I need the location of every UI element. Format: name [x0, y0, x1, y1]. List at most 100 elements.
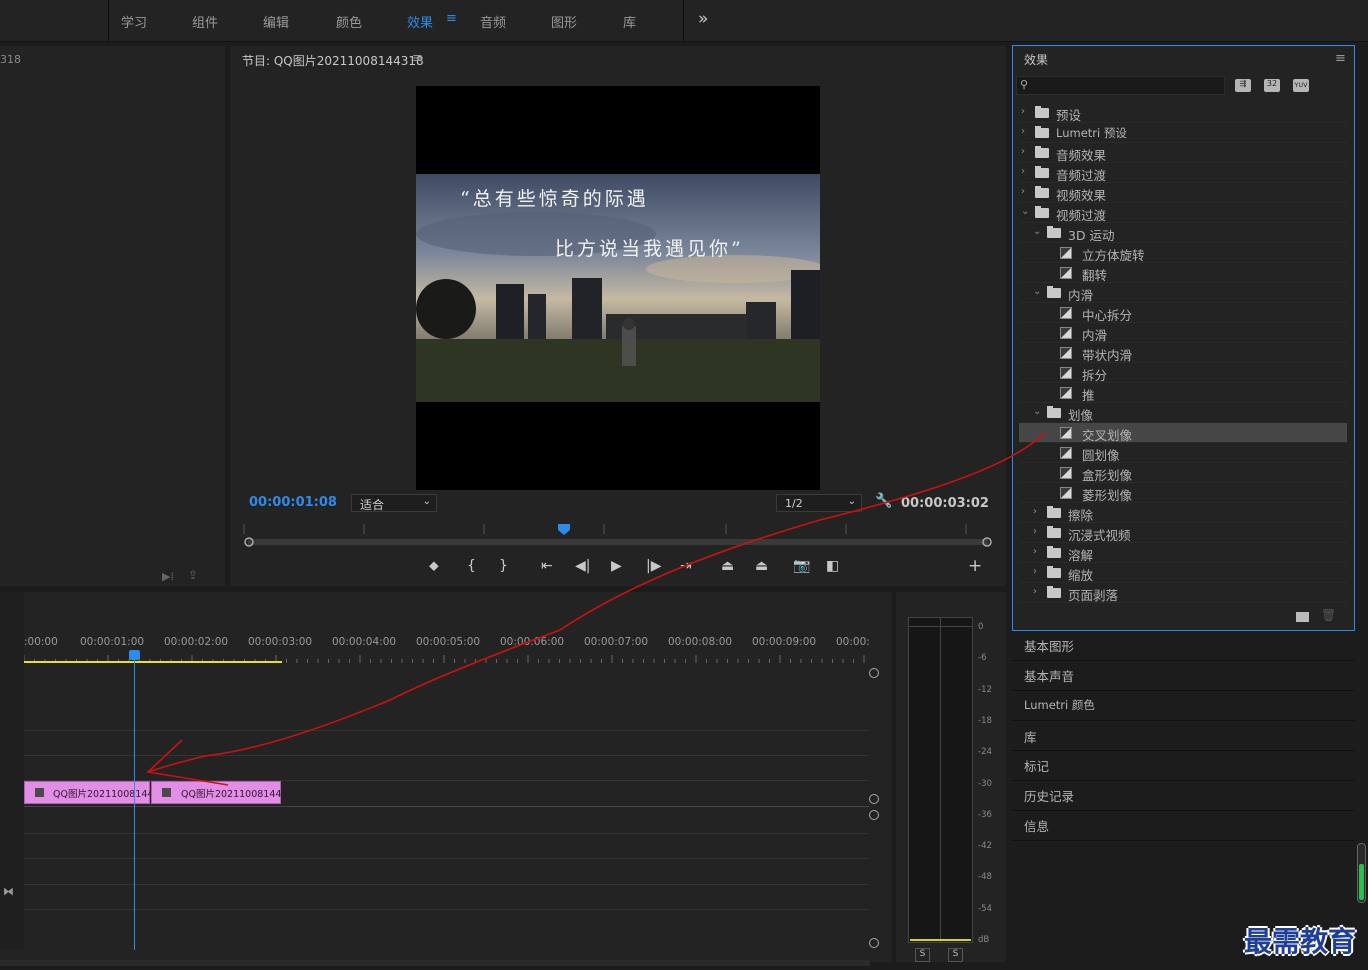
effect-folder[interactable]: › 缩放 — [1019, 563, 1347, 583]
fit-dropdown[interactable]: 适合 ⌄ — [351, 494, 437, 512]
workspace-tab-editing[interactable]: 编辑 — [263, 12, 289, 31]
solo-button[interactable]: S — [915, 948, 930, 962]
effect-item[interactable]: 菱形划像 — [1019, 483, 1347, 503]
accelerated-effects-icon[interactable]: ⇶ — [1235, 79, 1251, 92]
effect-item[interactable]: 带状内滑 — [1019, 343, 1347, 363]
panel-menu-icon[interactable]: ≡ — [1335, 51, 1346, 66]
insert-icon[interactable]: ▶⁞ — [162, 570, 174, 583]
panel-essential-graphics[interactable]: 基本图形 — [1024, 636, 1074, 655]
mark-out-icon[interactable]: } — [499, 558, 508, 574]
panel-history[interactable]: 历史记录 — [1024, 786, 1074, 805]
workspace-tab-effects[interactable]: 效果 — [407, 12, 433, 31]
effect-folder[interactable]: › 预设 — [1019, 103, 1347, 123]
scrollbar-thumb[interactable] — [1359, 864, 1364, 900]
effect-item[interactable]: 盒形划像 — [1019, 463, 1347, 483]
chevron-right-icon[interactable]: › — [1033, 506, 1037, 517]
scrollbar[interactable] — [1357, 843, 1366, 903]
program-timecode[interactable]: 00:00:01:08 — [249, 495, 337, 510]
mark-in-icon[interactable]: { — [467, 558, 476, 574]
effects-title: 效果 — [1024, 53, 1049, 67]
chevron-right-icon[interactable]: › — [1021, 126, 1025, 137]
workspace-tab-graphics[interactable]: 图形 — [551, 12, 577, 31]
chevron-right-icon[interactable]: › — [1021, 146, 1025, 157]
go-to-out-icon[interactable]: ⇥ — [680, 558, 692, 574]
lift-icon[interactable]: ⏏ — [721, 558, 734, 574]
chevron-right-icon[interactable]: › — [1033, 586, 1037, 597]
workspace-tab-learn[interactable]: 学习 — [121, 12, 147, 31]
program-scrub-bar[interactable] — [240, 520, 996, 552]
effect-folder[interactable]: ⌄ 视频过渡 — [1019, 203, 1347, 223]
panel-essential-sound[interactable]: 基本声音 — [1024, 666, 1074, 685]
effect-folder[interactable]: ⌄ 划像 — [1019, 403, 1347, 423]
panel-libraries[interactable]: 库 — [1024, 727, 1037, 746]
effect-folder[interactable]: ⌄ 3D 运动 — [1019, 223, 1347, 243]
work-area-bar[interactable] — [24, 661, 282, 663]
new-bin-icon[interactable] — [1296, 612, 1309, 622]
chevron-down-icon[interactable]: ⌄ — [1033, 286, 1041, 297]
workspace-tab-audio[interactable]: 音频 — [480, 12, 506, 31]
compare-view-icon[interactable]: ◧ — [826, 558, 839, 574]
delete-icon[interactable]: 🗑 — [1321, 608, 1336, 622]
zoom-handle[interactable] — [869, 794, 879, 804]
zoom-handle[interactable] — [869, 938, 879, 948]
effect-item[interactable]: 推 — [1019, 383, 1347, 403]
export-frame-icon[interactable]: 📷 — [793, 558, 810, 574]
effect-folder[interactable]: ⌄ 内滑 — [1019, 283, 1347, 303]
add-button-icon[interactable]: + — [968, 556, 982, 576]
wrench-icon[interactable]: 🔧 — [875, 493, 892, 509]
add-marker-icon[interactable]: ⬥ — [429, 558, 439, 574]
panel-lumetri-color[interactable]: Lumetri 颜色 — [1024, 697, 1095, 713]
playhead-handle[interactable] — [129, 650, 140, 660]
effects-search-input[interactable]: ⚲ — [1016, 76, 1225, 95]
effect-folder[interactable]: › 视频效果 — [1019, 183, 1347, 203]
audio-track-icon[interactable]: ⧓ — [3, 885, 14, 898]
chevron-right-icon[interactable]: › — [1021, 186, 1025, 197]
chevron-down-icon[interactable]: ⌄ — [1021, 206, 1029, 217]
step-back-icon[interactable]: ◀| — [575, 558, 590, 574]
effect-folder[interactable]: › 溶解 — [1019, 543, 1347, 563]
zoom-handle[interactable] — [869, 668, 879, 678]
panel-markers[interactable]: 标记 — [1024, 756, 1049, 775]
effect-item[interactable]: 立方体旋转 — [1019, 243, 1347, 263]
workspace-menu-icon[interactable]: ≡ — [446, 11, 457, 26]
chevron-right-icon[interactable]: › — [1033, 526, 1037, 537]
chevron-right-icon[interactable]: › — [1033, 566, 1037, 577]
workspace-tab-assembly[interactable]: 组件 — [192, 12, 218, 31]
chevron-right-icon[interactable]: › — [1021, 106, 1025, 117]
effect-folder[interactable]: › 音频效果 — [1019, 143, 1347, 163]
timeline-scrollbar[interactable] — [0, 960, 870, 966]
workspace-tab-color[interactable]: 颜色 — [336, 12, 362, 31]
step-forward-icon[interactable]: |▶ — [646, 558, 661, 574]
zoom-handle[interactable] — [869, 810, 879, 820]
effect-item[interactable]: 内滑 — [1019, 323, 1347, 343]
chevron-right-icon[interactable]: › — [1021, 166, 1025, 177]
effect-item[interactable]: 拆分 — [1019, 363, 1347, 383]
panel-info[interactable]: 信息 — [1024, 816, 1049, 835]
effect-item[interactable]: 翻转 — [1019, 263, 1347, 283]
chevron-down-icon[interactable]: ⌄ — [1033, 406, 1041, 417]
32bit-effects-icon[interactable]: 32 — [1264, 79, 1280, 92]
more-workspaces-icon[interactable]: » — [698, 9, 708, 29]
workspace-tab-libraries[interactable]: 库 — [623, 12, 636, 31]
export-icon[interactable]: ⇪ — [188, 568, 198, 582]
panel-menu-icon[interactable]: ≡ — [412, 51, 423, 66]
go-to-in-icon[interactable]: ⇤ — [541, 558, 553, 574]
resolution-dropdown[interactable]: 1/2 ⌄ — [776, 494, 862, 512]
effect-folder[interactable]: › 音频过渡 — [1019, 163, 1347, 183]
effect-item[interactable]: 圆划像 — [1019, 443, 1347, 463]
effect-folder[interactable]: › 沉浸式视频 — [1019, 523, 1347, 543]
solo-button[interactable]: S — [948, 948, 963, 962]
extract-icon[interactable]: ⏏ — [755, 558, 768, 574]
play-icon[interactable]: ▶ — [611, 558, 622, 574]
effect-folder[interactable]: › Lumetri 预设 — [1019, 123, 1347, 143]
effect-item[interactable]: 交叉划像 — [1019, 423, 1347, 443]
effect-item[interactable]: 中心拆分 — [1019, 303, 1347, 323]
chevron-down-icon[interactable]: ⌄ — [1033, 226, 1041, 237]
program-title: 节目: QQ图片20211008144318 — [242, 54, 424, 68]
effect-folder[interactable]: › 擦除 — [1019, 503, 1347, 523]
effect-folder[interactable]: › 页面剥落 — [1019, 583, 1347, 603]
chevron-right-icon[interactable]: › — [1033, 546, 1037, 557]
timeline-clip[interactable]: QQ图片202110081443 — [151, 781, 288, 804]
timeline-clip[interactable]: QQ图片20211008144 — [24, 781, 153, 804]
yuv-effects-icon[interactable]: YUV — [1293, 79, 1309, 92]
